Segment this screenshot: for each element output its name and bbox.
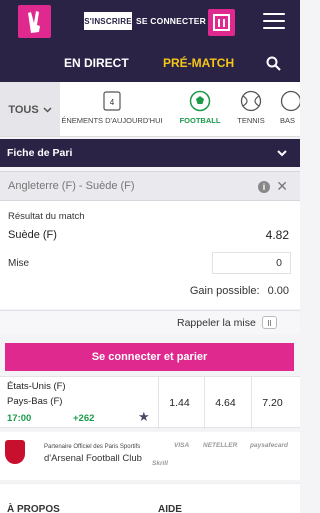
- market-name: Résultat du match: [8, 211, 85, 222]
- odd-draw-button[interactable]: 4.64: [204, 377, 246, 429]
- betslip-button[interactable]: [208, 9, 235, 36]
- signup-button[interactable]: S'INSCRIRE: [84, 12, 132, 30]
- sport-today[interactable]: 4 ÉNEMENTS D'AUJOURD'HUI: [60, 90, 164, 135]
- star-icon[interactable]: ★: [138, 409, 150, 425]
- sport-tennis[interactable]: TENNIS: [232, 90, 270, 135]
- main-tabs: EN DIRECT PRÉ-MATCH: [0, 44, 300, 82]
- basketball-label: BAS: [280, 116, 296, 125]
- chevron-down-icon: [43, 106, 52, 113]
- stake-label: Mise: [8, 258, 30, 269]
- partner-banner: Partenaire Officiel des Paris Sportifs d…: [0, 432, 300, 480]
- sport-basketball[interactable]: BAS: [280, 90, 300, 135]
- chevron-down-icon[interactable]: [276, 147, 288, 159]
- tennis-label: TENNIS: [237, 116, 265, 125]
- today-label: ÉNEMENTS D'AUJOURD'HUI: [61, 116, 163, 125]
- payment-skrill: Skrill: [152, 460, 168, 467]
- today-count: 4: [110, 98, 115, 107]
- victory-hand-icon: [27, 10, 40, 33]
- sport-football[interactable]: FOOTBALL: [177, 90, 223, 135]
- footer-about[interactable]: À PROPOS: [7, 504, 60, 513]
- payment-paysafecard: paysafecard: [250, 442, 288, 449]
- all-sports-label: TOUS: [8, 103, 39, 116]
- partner-tagline: Partenaire Officiel des Paris Sportifs: [44, 444, 141, 450]
- payment-visa: VISA: [174, 442, 190, 449]
- football-label: FOOTBALL: [179, 116, 221, 125]
- remind-stake-label: Rappeler la mise: [177, 317, 256, 329]
- team-away: Pays-Bas (F): [7, 396, 63, 407]
- tab-prematch[interactable]: PRÉ-MATCH: [163, 44, 234, 82]
- remind-stake-row: Rappeler la mise: [0, 310, 300, 334]
- football-icon: [189, 90, 211, 112]
- betslip-icon: [213, 14, 230, 31]
- search-icon[interactable]: [266, 56, 281, 71]
- footer-help[interactable]: AIDE: [158, 504, 182, 513]
- remind-stake-toggle[interactable]: [262, 316, 277, 329]
- brand-logo[interactable]: [18, 5, 51, 38]
- info-icon[interactable]: i: [258, 181, 270, 193]
- betslip-header[interactable]: Fiche de Pari: [0, 139, 300, 167]
- match-row[interactable]: États-Unis (F) Pays-Bas (F) 17:00 +262 ★…: [0, 376, 300, 429]
- more-markets-link[interactable]: +262: [73, 413, 94, 424]
- gain-value: 0.00: [267, 285, 289, 297]
- betslip-body: Résultat du match Suède (F) 4.82 Mise 0 …: [0, 201, 300, 309]
- potential-gain: Gain possible: 0.00: [190, 285, 289, 297]
- odd-home-button[interactable]: 1.44: [158, 377, 200, 429]
- partner-club: d'Arsenal Football Club: [44, 453, 142, 464]
- stake-input[interactable]: 0: [212, 252, 291, 274]
- odd-away-button[interactable]: 7.20: [251, 377, 293, 429]
- today-events-icon: 4: [103, 91, 121, 111]
- payment-neteller: NETELLER: [203, 442, 238, 449]
- betslip-match-name: Angleterre (F) - Suède (F): [8, 180, 135, 192]
- selection-odd: 4.82: [265, 228, 289, 242]
- all-sports-dropdown[interactable]: TOUS: [0, 82, 60, 136]
- team-home: États-Unis (F): [7, 381, 66, 392]
- selection-name: Suède (F): [8, 229, 57, 241]
- footer: À PROPOS AIDE: [0, 483, 300, 513]
- hamburger-menu-icon[interactable]: [263, 13, 285, 29]
- login-and-bet-button[interactable]: Se connecter et parier: [5, 343, 294, 371]
- tab-live[interactable]: EN DIRECT: [64, 44, 129, 82]
- arsenal-logo: [5, 440, 25, 464]
- close-icon[interactable]: ✕: [276, 179, 288, 193]
- login-button[interactable]: SE CONNECTER: [136, 12, 206, 30]
- betslip-match: Angleterre (F) - Suède (F) i ✕: [0, 171, 300, 201]
- match-time: 17:00: [7, 413, 32, 424]
- tennis-ball-icon: [240, 90, 262, 112]
- top-header: S'INSCRIRE SE CONNECTER: [0, 0, 300, 44]
- gain-label: Gain possible:: [189, 285, 260, 297]
- betslip-title: Fiche de Pari: [7, 147, 73, 159]
- basketball-icon: [280, 90, 300, 112]
- sports-nav: TOUS 4 ÉNEMENTS D'AUJOURD'HUI FOOTBALL T…: [0, 82, 300, 137]
